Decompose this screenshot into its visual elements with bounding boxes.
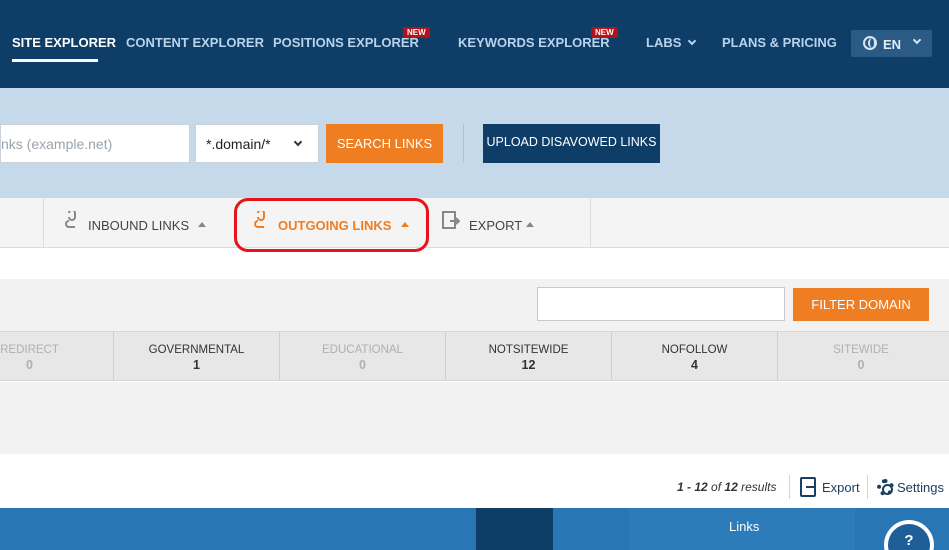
stat-value: 1	[193, 358, 200, 372]
stat-governmental[interactable]: GOVERNMENTAL 1	[114, 332, 280, 380]
caret-up-icon	[526, 222, 534, 227]
new-badge: NEW	[403, 27, 430, 38]
results-area	[0, 382, 949, 454]
export-link[interactable]: Export	[822, 480, 860, 495]
chevron-down-icon	[912, 35, 922, 45]
highlight-annotation	[234, 198, 429, 252]
stat-label: NOFOLLOW	[661, 344, 728, 356]
globe-icon	[863, 36, 877, 50]
bottom-bar-segment	[476, 508, 553, 550]
new-badge: NEW	[591, 27, 618, 38]
report-tabs: INBOUND LINKS OUTGOING LINKS EXPORT	[0, 198, 949, 248]
results-range: 1 - 12	[677, 480, 708, 494]
link-type-stats: REDIRECT 0 GOVERNMENTAL 1 EDUCATIONAL 0 …	[0, 331, 949, 381]
url-input-placeholder: nks (example.net)	[1, 136, 113, 152]
language-label: EN	[883, 37, 902, 52]
settings-link[interactable]: Settings	[897, 480, 944, 495]
stat-educational[interactable]: EDUCATIONAL 0	[280, 332, 446, 380]
stat-value: 0	[359, 358, 366, 372]
nav-content-explorer[interactable]: CONTENT EXPLORER	[126, 35, 264, 50]
language-selector[interactable]: EN	[851, 30, 932, 57]
link-icon	[65, 211, 76, 228]
url-input[interactable]: nks (example.net)	[0, 124, 190, 163]
stat-value: 0	[857, 358, 865, 372]
page: SITE EXPLORER CONTENT EXPLORER POSITIONS…	[0, 0, 949, 550]
stat-value: 4	[691, 358, 698, 372]
nav-positions-explorer[interactable]: POSITIONS EXPLORER	[273, 35, 419, 50]
results-total: 12	[724, 480, 738, 494]
bottom-links-label[interactable]: Links	[729, 519, 759, 534]
divider	[789, 475, 790, 499]
chevron-down-icon	[688, 36, 697, 46]
filter-domain-button[interactable]: FILTER DOMAIN	[793, 288, 929, 321]
mode-select-value: *.domain/*	[206, 136, 271, 152]
nav-keywords-explorer[interactable]: KEYWORDS EXPLORER	[458, 35, 610, 50]
stat-label: REDIRECT	[0, 344, 59, 356]
filter-domain-input[interactable]	[537, 287, 785, 321]
stat-value: 0	[26, 358, 33, 372]
stat-label: GOVERNMENTAL	[148, 344, 245, 356]
results-of: of	[711, 480, 722, 494]
stat-nofollow[interactable]: NOFOLLOW 4	[612, 332, 778, 380]
active-nav-indicator	[12, 59, 98, 62]
export-icon[interactable]	[800, 477, 816, 497]
stat-redirect[interactable]: REDIRECT 0	[0, 332, 114, 380]
nav-site-explorer[interactable]: SITE EXPLORER	[12, 35, 116, 50]
stat-value: 12	[521, 358, 536, 372]
tab-export[interactable]: EXPORT	[431, 198, 591, 248]
caret-up-icon	[198, 222, 206, 227]
nav-plans-pricing[interactable]: PLANS & PRICING	[722, 35, 837, 50]
results-suffix: results	[741, 480, 777, 494]
top-navigation: SITE EXPLORER CONTENT EXPLORER POSITIONS…	[0, 0, 949, 88]
export-icon	[442, 211, 460, 229]
stat-label: EDUCATIONAL	[322, 344, 403, 356]
nav-labs-label: LABS	[646, 35, 682, 50]
divider	[463, 124, 464, 163]
tab-inbound-label: INBOUND LINKS	[88, 218, 190, 233]
search-links-button[interactable]: SEARCH LINKS	[326, 124, 443, 163]
divider	[867, 475, 868, 499]
help-icon: ?	[888, 524, 930, 550]
nav-labs[interactable]: LABS	[646, 35, 697, 50]
stat-label: NOTSITEWIDE	[488, 344, 569, 356]
results-count: 1 - 12 of 12 results	[677, 480, 776, 494]
tab-export-label: EXPORT	[469, 218, 523, 233]
stat-notsitewide[interactable]: NOTSITEWIDE 12	[446, 332, 612, 380]
mode-select[interactable]: *.domain/*	[195, 124, 319, 163]
stat-sitewide[interactable]: SITEWIDE 0	[778, 332, 944, 380]
gear-icon[interactable]	[877, 479, 894, 496]
upload-disavowed-button[interactable]: UPLOAD DISAVOWED LINKS	[483, 124, 660, 163]
stat-label: SITEWIDE	[833, 344, 889, 356]
tab-inbound-links[interactable]: INBOUND LINKS	[43, 198, 233, 248]
chevron-down-icon	[293, 137, 303, 147]
